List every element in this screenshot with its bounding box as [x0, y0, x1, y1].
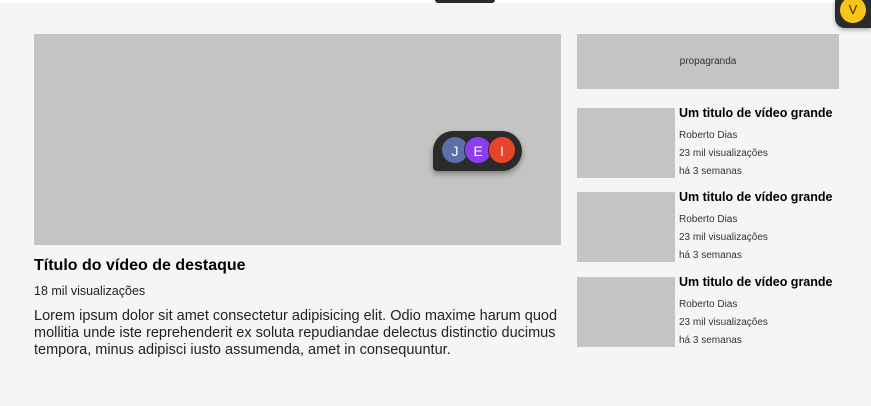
recommended-video-views: 23 mil visualizações [679, 148, 768, 159]
recommended-video-channel: Roberto Dias [679, 299, 738, 310]
collaborators-bubble[interactable]: J E I [433, 131, 522, 171]
recommended-video-thumbnail[interactable] [577, 192, 675, 262]
featured-video-description: Lorem ipsum dolor sit amet consectetur a… [34, 308, 558, 358]
recommended-video-item[interactable]: Um titulo de vídeo grande Roberto Dias 2… [577, 275, 867, 347]
recommended-video-age: há 3 semanas [679, 166, 742, 177]
recommended-video-views: 23 mil visualizações [679, 317, 768, 328]
recommended-video-channel: Roberto Dias [679, 130, 738, 141]
ad-banner[interactable]: propagranda [577, 34, 839, 89]
recommended-video-thumbnail[interactable] [577, 108, 675, 178]
ad-label: propagranda [679, 56, 737, 67]
recommended-video-item[interactable]: Um titulo de vídeo grande Roberto Dias 2… [577, 106, 867, 178]
top-toolbar-tab[interactable] [435, 0, 495, 3]
recommended-video-item[interactable]: Um titulo de vídeo grande Roberto Dias 2… [577, 190, 867, 262]
recommended-video-views: 23 mil visualizações [679, 232, 768, 243]
recommended-video-title[interactable]: Um titulo de vídeo grande [679, 275, 833, 289]
recommended-video-title[interactable]: Um titulo de vídeo grande [679, 106, 833, 120]
recommended-video-age: há 3 semanas [679, 250, 742, 261]
current-user-avatar[interactable]: V [840, 0, 866, 23]
featured-video-title[interactable]: Título do vídeo de destaque [34, 257, 246, 275]
current-user-badge[interactable]: V [835, 0, 871, 28]
featured-video-views: 18 mil visualizações [34, 284, 146, 298]
recommended-video-thumbnail[interactable] [577, 277, 675, 347]
recommended-video-age: há 3 semanas [679, 335, 742, 346]
recommended-video-title[interactable]: Um titulo de vídeo grande [679, 190, 833, 204]
collaborator-avatar-i[interactable]: I [488, 136, 516, 164]
recommended-video-channel: Roberto Dias [679, 214, 738, 225]
